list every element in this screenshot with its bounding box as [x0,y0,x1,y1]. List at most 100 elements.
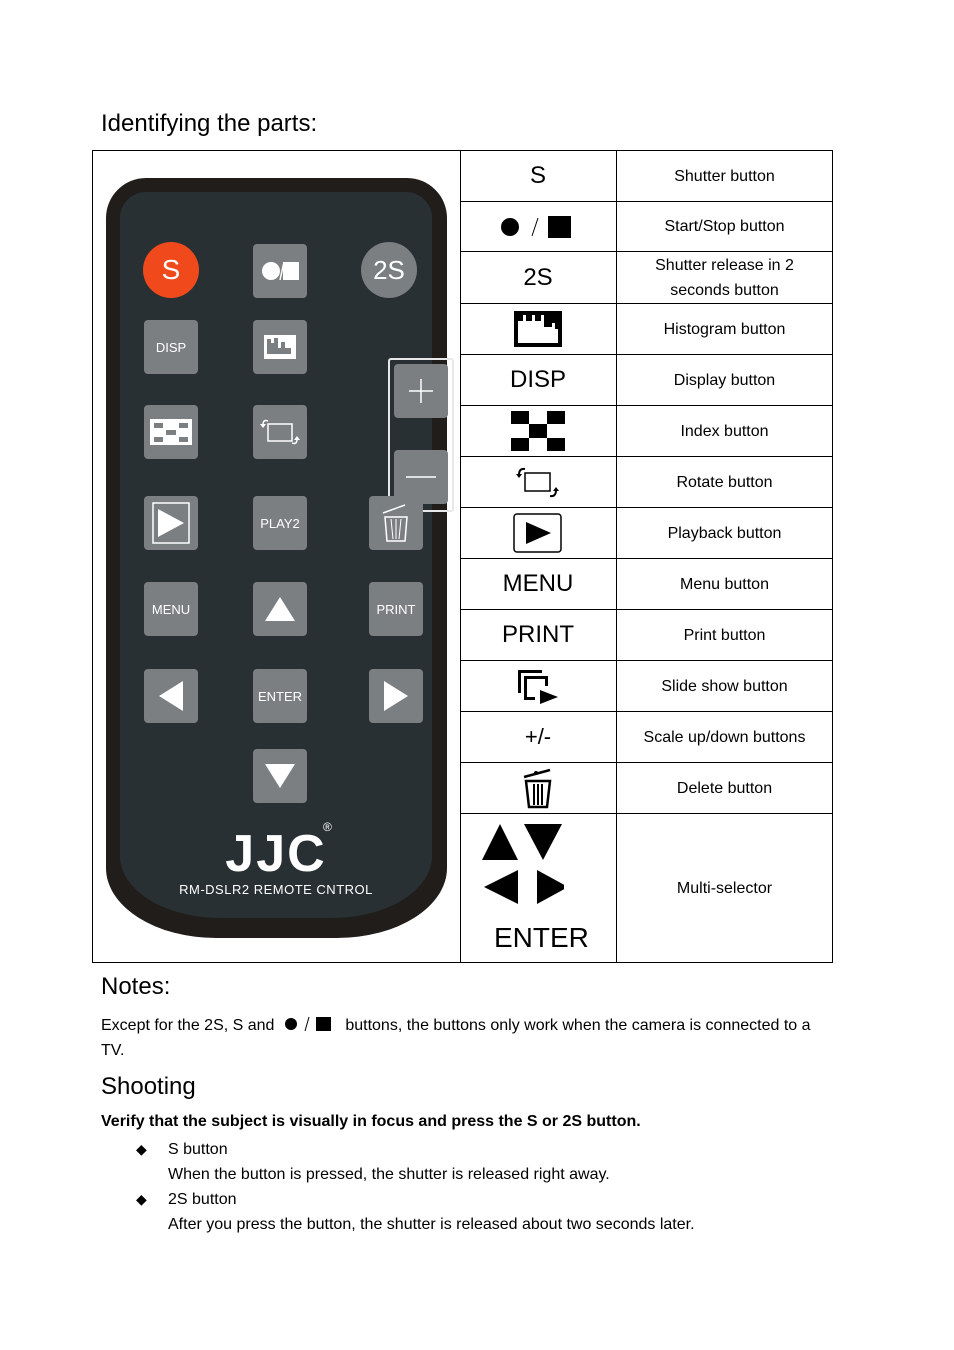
index-icon [150,419,192,445]
trash-icon [523,768,552,809]
remote-enter-button: ENTER [253,669,307,723]
part-symbol: +/- [460,712,617,762]
remote-start-stop-button [253,244,307,298]
table-row: S Shutter button [460,151,832,202]
table-row: DISP Display button [460,355,832,406]
playback-icon [152,502,190,544]
part-description: Start/Stop button [664,218,785,235]
shooting-item-title: 2S button [168,1191,237,1208]
multi-selector-arrows-icon [482,824,564,904]
part-symbol: PRINT [460,610,617,660]
table-row: ENTER Multi-selector [460,814,832,962]
part-description: Shutter release in 2 seconds button [655,256,794,299]
arrow-left-icon [159,681,183,711]
diamond-bullet-icon: ◆ [136,1141,147,1157]
table-row: PRINT Print button [460,610,832,661]
histogram-icon [514,311,562,347]
table-row: 2S Shutter release in 2 seconds button [460,252,832,304]
section-heading-identifying-parts: Identifying the parts: [101,110,318,137]
notes-text-wrap: TV. [101,1042,125,1059]
part-description: Delete button [676,779,773,797]
parts-table: S 2S DISP PLAY2 MENU PRINT ENTER JJC ® R… [92,150,833,963]
index-icon [511,411,565,451]
part-description: Index button [680,422,769,440]
part-symbol [460,457,617,507]
remote-index-button [144,405,198,459]
table-row: +/- Scale up/down buttons [460,712,832,763]
part-description: Menu button [680,575,769,593]
remote-right-button [369,669,423,723]
shooting-instruction: Verify that the subject is visually in f… [101,1113,641,1130]
table-row: Slide show button [460,661,832,712]
trash-icon [382,504,408,542]
table-row: Start/Stop button [460,202,832,252]
enter-label: ENTER [494,922,589,953]
rotate-icon [516,467,559,498]
histogram-icon [264,335,296,359]
shooting-heading: Shooting [101,1073,196,1100]
remote-histogram-button [253,320,307,374]
remote-left-button [144,669,198,723]
part-description: Print button [683,626,766,644]
notes-heading: Notes: [101,973,171,1000]
part-description: Slide show button [661,677,788,695]
part-description: Rotate button [676,473,773,491]
remote-face: S 2S DISP PLAY2 MENU PRINT ENTER JJC ® R… [120,192,454,918]
table-row: MENU Menu button [460,559,832,610]
brand-logo: JJC [225,825,327,883]
table-row: Delete button [460,763,832,814]
part-symbol [460,508,617,558]
model-label: RM-DSLR2 REMOTE CNTROL [179,882,373,897]
part-symbol: ENTER [460,814,617,962]
start-stop-icon [262,261,299,281]
part-symbol [460,406,617,456]
remote-zoom-in-button [394,364,448,418]
part-symbol: S [460,151,617,201]
slideshow-icon [518,670,558,704]
arrow-down-icon [265,764,295,788]
remote-print-button: PRINT [369,582,423,636]
part-symbol [460,763,617,813]
part-symbol [460,661,617,711]
part-description: Shutter button [674,167,775,185]
remote-illustration-cell: S 2S DISP PLAY2 MENU PRINT ENTER JJC ® R… [93,151,461,962]
remote-play2-button: PLAY2 [253,496,307,550]
shooting-item-detail: After you press the button, the shutter … [168,1216,695,1233]
remote-disp-button: DISP [144,320,198,374]
arrow-up-icon [265,597,295,621]
playback-icon [513,513,562,553]
table-row: Rotate button [460,457,832,508]
part-description: Display button [673,371,776,389]
part-symbol [460,304,617,354]
shooting-item-detail: When the button is pressed, the shutter … [168,1166,610,1183]
remote-control-image: S 2S DISP PLAY2 MENU PRINT ENTER JJC ® R… [106,178,454,938]
part-symbol [460,202,617,251]
notes-text-before: Except for the 2S, S and [101,1017,275,1034]
diamond-bullet-icon: ◆ [136,1191,147,1207]
part-description: Scale up/down buttons [643,728,806,746]
table-row: Index button [460,406,832,457]
remote-up-button [253,582,307,636]
shooting-item-title: S button [168,1141,228,1158]
remote-down-button [253,749,307,803]
remote-2s-button: 2S [361,242,417,298]
remote-menu-button: MENU [144,582,198,636]
remote-playback-button [144,496,198,550]
rotate-icon [260,419,300,445]
notes-text-after: buttons, the buttons only work when the … [345,1017,811,1034]
part-description: Histogram button [663,320,786,338]
part-symbol: DISP [460,355,617,405]
notes-paragraph: Except for the 2S, S and buttons, the bu… [101,1013,811,1038]
part-description: Playback button [667,524,782,542]
start-stop-icon [501,215,571,238]
table-row: Histogram button [460,304,832,355]
part-symbol: MENU [460,559,617,609]
start-stop-icon [284,1016,331,1032]
part-description: Multi-selector [676,879,773,897]
part-symbol: 2S [460,252,617,303]
remote-delete-button [369,496,423,550]
registered-mark: ® [323,820,332,834]
table-row: Playback button [460,508,832,559]
remote-shutter-button: S [143,242,199,298]
minus-icon [406,476,436,478]
